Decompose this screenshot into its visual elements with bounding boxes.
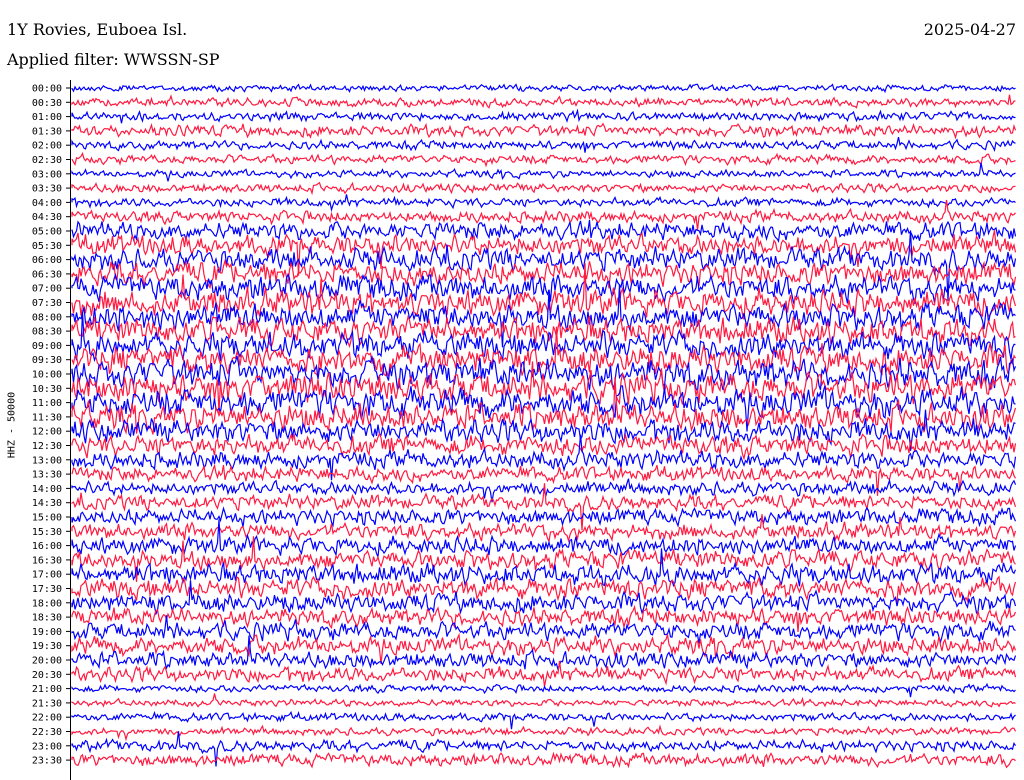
trace-row-1300 bbox=[71, 434, 1017, 481]
row-label: 21:30 bbox=[32, 698, 62, 709]
row-label: 06:30 bbox=[32, 269, 62, 280]
trace-row-0030 bbox=[71, 94, 1016, 109]
trace-row-0500 bbox=[71, 220, 1017, 244]
row-label: 06:00 bbox=[32, 255, 62, 266]
trace-row-2030 bbox=[71, 660, 1017, 687]
row-label: 10:30 bbox=[32, 384, 62, 395]
row-label: 02:30 bbox=[32, 155, 62, 166]
row-label: 03:00 bbox=[32, 169, 62, 180]
trace-row-2200 bbox=[71, 710, 1016, 730]
trace-group bbox=[71, 83, 1017, 769]
trace-row-2330 bbox=[71, 751, 1016, 769]
row-label: 14:30 bbox=[32, 498, 62, 509]
row-label: 01:00 bbox=[32, 112, 62, 123]
row-label: 14:00 bbox=[32, 484, 62, 495]
row-label: 16:30 bbox=[32, 555, 62, 566]
row-label: 10:00 bbox=[32, 370, 62, 381]
trace-row-0130 bbox=[71, 122, 1017, 140]
trace-row-0230 bbox=[71, 151, 1016, 168]
row-label: 01:30 bbox=[32, 126, 62, 137]
row-label: 19:00 bbox=[32, 627, 62, 638]
row-label: 00:00 bbox=[32, 84, 62, 95]
row-label: 08:00 bbox=[32, 312, 62, 323]
row-label: 18:30 bbox=[32, 613, 62, 624]
row-label: 04:00 bbox=[32, 198, 62, 209]
row-label: 07:30 bbox=[32, 298, 62, 309]
row-label: 00:30 bbox=[32, 98, 62, 109]
trace-row-0300 bbox=[71, 162, 1016, 182]
trace-row-0100 bbox=[71, 108, 1016, 124]
trace-row-2000 bbox=[71, 635, 1017, 672]
row-label: 09:30 bbox=[32, 355, 62, 366]
row-label: 12:30 bbox=[32, 441, 62, 452]
trace-row-0200 bbox=[71, 136, 1016, 153]
row-label: 18:00 bbox=[32, 598, 62, 609]
row-label: 13:30 bbox=[32, 470, 62, 481]
trace-row-1600 bbox=[71, 519, 1017, 560]
row-label: 11:00 bbox=[32, 398, 62, 409]
trace-row-2130 bbox=[71, 693, 1016, 708]
helicorder-plot: 00:00 00:30 01:00 01:30 02:00 02:30 03:00 03:30… bbox=[32, 80, 1017, 780]
trace-row-1730 bbox=[71, 575, 1017, 603]
trace-row-1700 bbox=[71, 548, 1017, 588]
row-label: 23:00 bbox=[32, 741, 62, 752]
trace-row-1800 bbox=[71, 580, 1017, 616]
trace-row-0430 bbox=[71, 199, 1016, 231]
trace-row-0900 bbox=[71, 312, 1016, 363]
row-label: 17:30 bbox=[32, 584, 62, 595]
row-label: 19:30 bbox=[32, 641, 62, 652]
row-label: 08:30 bbox=[32, 327, 62, 338]
row-label: 07:00 bbox=[32, 284, 62, 295]
trace-row-1530 bbox=[71, 514, 1017, 544]
row-label: 02:00 bbox=[32, 141, 62, 152]
row-label: 13:00 bbox=[32, 455, 62, 466]
row-label: 23:30 bbox=[32, 756, 62, 767]
row-label: 11:30 bbox=[32, 412, 62, 423]
row-label: 21:00 bbox=[32, 684, 62, 695]
trace-row-0330 bbox=[71, 181, 1016, 196]
row-label: 05:30 bbox=[32, 241, 62, 252]
row-label: 03:30 bbox=[32, 184, 62, 195]
row-label: 20:30 bbox=[32, 670, 62, 681]
trace-row-1500 bbox=[71, 506, 1017, 528]
row-label: 05:00 bbox=[32, 227, 62, 238]
trace-row-0400 bbox=[71, 194, 1016, 213]
trace-row-0000 bbox=[71, 83, 1016, 94]
row-label: 15:30 bbox=[32, 527, 62, 538]
row-label: 22:00 bbox=[32, 713, 62, 724]
row-label: 20:00 bbox=[32, 656, 62, 667]
row-label: 17:00 bbox=[32, 570, 62, 581]
row-label-group: 00:00 00:30 01:00 01:30 02:00 02:30 03:00 03:30… bbox=[32, 84, 71, 767]
trace-row-2230 bbox=[71, 724, 1017, 742]
row-label: 09:00 bbox=[32, 341, 62, 352]
row-label: 04:30 bbox=[32, 212, 62, 223]
row-label: 16:00 bbox=[32, 541, 62, 552]
row-label: 15:00 bbox=[32, 513, 62, 524]
row-label: 12:00 bbox=[32, 427, 62, 438]
row-label: 22:30 bbox=[32, 727, 62, 738]
trace-row-0530 bbox=[71, 230, 1017, 276]
